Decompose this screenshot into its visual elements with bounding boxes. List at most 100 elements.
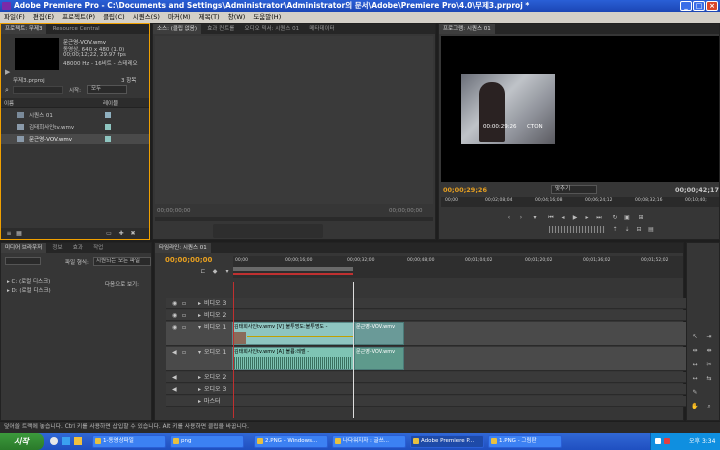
lock-icon[interactable]: ▫ <box>182 312 186 319</box>
output-icon[interactable]: ⊞ <box>637 214 645 221</box>
desktop-icon[interactable] <box>62 437 70 445</box>
explorer-icon[interactable] <box>74 437 82 445</box>
extract-icon[interactable]: ⇣ <box>623 226 631 233</box>
slip-tool-icon[interactable]: ↔ <box>691 375 699 382</box>
menu-sequence[interactable]: 시퀀스(S) <box>133 13 160 21</box>
file-type-select[interactable]: 지원되는 모든 파일 <box>93 257 151 266</box>
trash-icon[interactable]: ✖ <box>129 230 137 237</box>
safe-margins-icon[interactable]: ▣ <box>623 214 631 221</box>
list-item[interactable]: 문근영-VOV.wmv <box>1 134 149 144</box>
tab-resource-central[interactable]: Resource Central <box>49 24 104 34</box>
expand-icon[interactable]: ▸ <box>198 386 201 393</box>
speaker-icon[interactable]: ◀ <box>172 349 177 356</box>
source-time-ruler[interactable] <box>155 217 433 221</box>
list-item[interactable]: 시퀀스 01 <box>1 110 149 120</box>
tray-icon[interactable] <box>655 438 661 444</box>
icon-view-icon[interactable]: ▦ <box>15 230 23 237</box>
ie-icon[interactable] <box>50 437 58 445</box>
frame-forward-icon[interactable]: ▸ <box>583 214 591 221</box>
menu-help[interactable]: 도움말(H) <box>253 13 281 21</box>
eye-icon[interactable]: ◉ <box>172 312 177 319</box>
search-input[interactable] <box>13 86 63 94</box>
close-button[interactable]: × <box>706 1 718 11</box>
taskbar-item[interactable]: 1.PNG - 그림판 <box>488 435 562 448</box>
zoom-tool-icon[interactable]: ⌕ <box>705 403 713 410</box>
pen-tool-icon[interactable]: ✎ <box>691 389 699 396</box>
snap-icon[interactable]: ⊏ <box>199 268 207 275</box>
expand-icon[interactable]: ▸ <box>198 398 201 405</box>
lock-icon[interactable]: ▫ <box>182 349 186 356</box>
taskbar-item[interactable]: 1-동영상파일 <box>92 435 166 448</box>
source-transport-controls[interactable] <box>213 224 323 238</box>
col-name[interactable]: 이름 <box>4 99 14 107</box>
tab-effects[interactable]: 효과 <box>69 243 87 253</box>
tab-history[interactable]: 작업 <box>89 243 107 253</box>
menu-file[interactable]: 파일(F) <box>4 13 25 21</box>
lock-icon[interactable]: ▫ <box>182 300 186 307</box>
playhead[interactable] <box>353 282 354 418</box>
add-marker-icon[interactable]: ▾ <box>223 268 231 275</box>
rolling-edit-icon[interactable]: ⇼ <box>705 347 713 354</box>
minimize-button[interactable]: _ <box>680 1 692 11</box>
slide-tool-icon[interactable]: ⇆ <box>705 375 713 382</box>
tray-icon[interactable] <box>664 438 670 444</box>
fit-select[interactable]: 맞추기 <box>551 185 597 194</box>
hand-tool-icon[interactable]: ✋ <box>691 403 699 410</box>
timeline-ruler[interactable]: 00;00 00;00;16;00 00;00;32;00 00;00;48;0… <box>233 256 683 278</box>
search-icon[interactable]: ⌕ <box>5 86 9 95</box>
menu-edit[interactable]: 편집(E) <box>33 13 54 21</box>
tab-effect-controls[interactable]: 효과 컨트롤 <box>203 24 238 34</box>
expand-icon[interactable]: ▸ <box>198 312 201 319</box>
eye-icon[interactable]: ◉ <box>172 300 177 307</box>
drive-c[interactable]: ▸ C: (로컬 디스크) <box>7 277 50 285</box>
eye-icon[interactable]: ◉ <box>172 324 177 331</box>
collapse-icon[interactable]: ▾ <box>198 324 201 331</box>
export-frame-icon[interactable]: ▤ <box>647 226 655 233</box>
tab-metadata[interactable]: 메타데이터 <box>305 24 338 34</box>
taskbar-item[interactable]: 나다워지자 : 글쓰... <box>332 435 406 448</box>
menu-clip[interactable]: 클립(C) <box>103 13 125 21</box>
tab-media-browser[interactable]: 미디어 브라우저 <box>1 243 47 253</box>
taskbar-item[interactable]: 2.PNG - Windows... <box>254 435 328 448</box>
program-timecode[interactable]: 00;00;29;26 <box>443 186 487 194</box>
opacity-line[interactable] <box>247 336 353 337</box>
video-clip[interactable]: 문근영-VOV.wmv <box>354 322 404 345</box>
mark-in-icon[interactable]: ‹ <box>505 214 513 221</box>
trim-icon[interactable]: ⊟ <box>635 226 643 233</box>
expand-icon[interactable]: ▸ <box>198 300 201 307</box>
tab-source[interactable]: 소스: (클립 없음) <box>153 24 202 34</box>
maximize-button[interactable]: □ <box>693 1 705 11</box>
video-clip[interactable]: 김태희사인tv.wmv [V] 불투명도:불투명도 - <box>232 322 354 345</box>
source-timecode[interactable]: 00;00;00;00 <box>157 208 191 214</box>
menu-marker[interactable]: 마커(M) <box>168 13 191 21</box>
jog-shuttle[interactable] <box>549 226 605 233</box>
step-back-icon[interactable]: ⏮ <box>547 214 555 221</box>
tab-project[interactable]: 프로젝트: 무제3 <box>1 24 47 34</box>
lock-icon[interactable]: ▫ <box>182 324 186 331</box>
menu-project[interactable]: 프로젝트(P) <box>62 13 95 21</box>
new-bin-icon[interactable]: ▭ <box>105 230 113 237</box>
tab-timeline[interactable]: 타임라인: 시퀀스 01 <box>155 243 211 253</box>
marker-icon[interactable]: ▾ <box>531 214 539 221</box>
rate-stretch-icon[interactable]: ↔ <box>691 361 699 368</box>
tab-program[interactable]: 프로그램: 시퀀스 01 <box>439 24 495 34</box>
lift-icon[interactable]: ⇡ <box>611 226 619 233</box>
track-select-tool-icon[interactable]: ⇥ <box>705 333 713 340</box>
drive-d[interactable]: ▸ D: (로컬 디스크) <box>7 286 51 294</box>
menu-window[interactable]: 창(W) <box>228 13 245 21</box>
speaker-icon[interactable]: ◀ <box>172 386 177 393</box>
step-forward-icon[interactable]: ⏭ <box>595 214 603 221</box>
expand-icon[interactable]: ▸ <box>198 374 201 381</box>
col-label[interactable]: 레이블 <box>103 99 118 107</box>
mark-out-icon[interactable]: › <box>517 214 525 221</box>
tab-audio-mixer[interactable]: 오디오 믹서: 시퀀스 01 <box>241 24 304 34</box>
audio-clip[interactable]: 문근영-VOV.wmv <box>354 347 404 370</box>
list-view-icon[interactable]: ≡ <box>5 230 13 237</box>
tab-info[interactable]: 정보 <box>48 243 66 253</box>
in-select[interactable]: 모두 <box>87 85 127 94</box>
taskbar-item[interactable]: Adobe Premiere P... <box>410 435 484 448</box>
collapse-icon[interactable]: ▾ <box>198 349 201 356</box>
selection-tool-icon[interactable]: ↖ <box>691 333 699 340</box>
play-preview-icon[interactable]: ▶ <box>5 68 10 76</box>
menu-title[interactable]: 제목(T) <box>199 13 220 21</box>
